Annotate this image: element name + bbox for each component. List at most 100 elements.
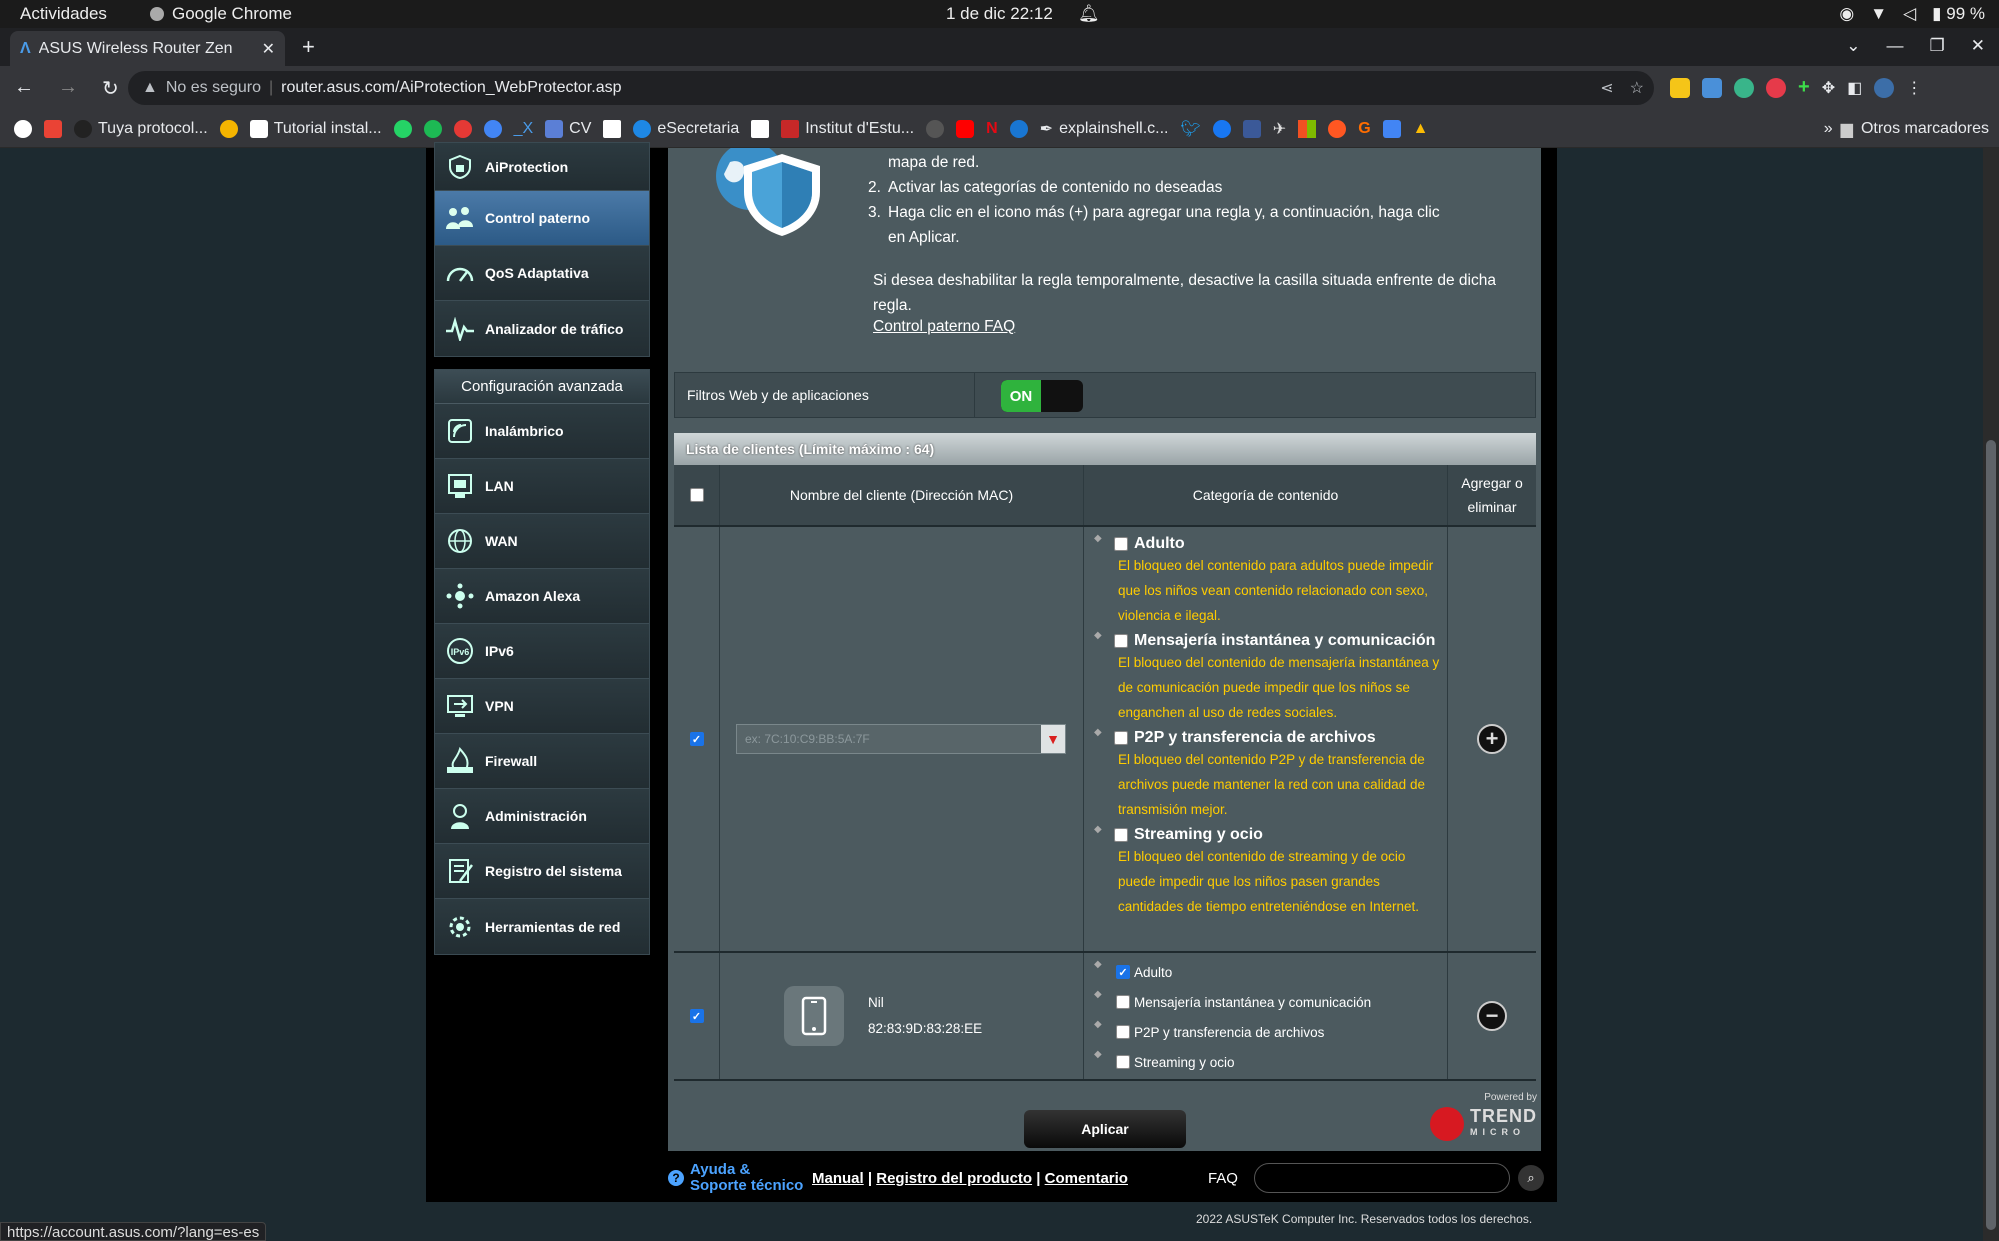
sidebar-item-registro-sistema[interactable]: Registro del sistema [435, 844, 649, 899]
forward-icon[interactable]: → [58, 76, 78, 101]
scrollbar-thumb[interactable] [1986, 440, 1996, 1230]
minimize-icon[interactable]: — [1887, 36, 1904, 56]
address-bar[interactable]: ▲ No es seguro | router.asus.com/AiProte… [128, 71, 1654, 105]
bookmark-site-icon[interactable] [1009, 119, 1028, 138]
bookmark-cv[interactable]: CV [545, 119, 591, 138]
browser-tab[interactable]: Λ ASUS Wireless Router Zen ✕ [10, 31, 285, 66]
mega-icon[interactable] [453, 119, 472, 138]
tab-search-icon[interactable]: ⌄ [1846, 36, 1860, 56]
new-rule-enable-checkbox[interactable] [689, 732, 704, 746]
netflix-icon[interactable]: N [986, 120, 998, 138]
sidebar-item-lan[interactable]: LAN [435, 459, 649, 514]
rule-category-checkbox[interactable] [1116, 995, 1130, 1009]
rule-category-checkbox[interactable] [1116, 1025, 1130, 1039]
clock[interactable]: 1 de dic 22:12 [946, 4, 1053, 24]
expand-toggle-icon[interactable]: ◆ [1094, 630, 1102, 641]
google-icon[interactable] [14, 119, 32, 138]
web-filter-toggle[interactable]: ON [1001, 380, 1083, 412]
sidebar-item-herramientas-red[interactable]: Herramientas de red [435, 899, 649, 954]
pinwheel-icon[interactable] [219, 119, 238, 138]
twitter-icon[interactable]: 🐦︎ [1180, 119, 1200, 139]
bookmark-tutorial[interactable]: Tutorial instal... [249, 119, 382, 138]
share-icon[interactable]: ⋖ [1600, 78, 1613, 98]
expand-toggle-icon[interactable]: ◆ [1094, 989, 1102, 1000]
search-icon[interactable]: ⌕ [1517, 1165, 1544, 1191]
expand-toggle-icon[interactable]: ◆ [1094, 1019, 1102, 1030]
extension-icon[interactable] [1670, 77, 1690, 98]
bookmark-explainshell[interactable]: ✒ explainshell.c... [1040, 119, 1169, 139]
sidebar-item-firewall[interactable]: Firewall [435, 734, 649, 789]
bookmark-esecretaria[interactable]: eSecretaria [633, 119, 739, 138]
globe-icon[interactable] [483, 119, 502, 138]
profile-avatar[interactable] [1874, 77, 1895, 98]
sidebar-item-administracion[interactable]: Administración [435, 789, 649, 844]
youtube-icon[interactable] [956, 119, 975, 138]
reload-icon[interactable]: ↻ [102, 76, 119, 101]
menu-icon[interactable]: ⋮ [1906, 78, 1922, 98]
sidebar-item-ipv6[interactable]: IPv6 IPv6 [435, 624, 649, 679]
whatsapp-icon[interactable] [393, 119, 412, 138]
bookmark-site-icon[interactable]: ✈ [1273, 119, 1286, 139]
other-bookmarks[interactable]: Otros marcadores [1861, 120, 1989, 138]
dropdown-arrow-icon[interactable]: ▼ [1041, 725, 1065, 753]
bookmark-institut[interactable]: Institut d'Estu... [781, 119, 914, 138]
rule-category-checkbox[interactable] [1116, 965, 1130, 979]
app-menu[interactable]: Google Chrome [150, 4, 292, 24]
expand-toggle-icon[interactable]: ◆ [1094, 1049, 1102, 1060]
more-bookmarks-icon[interactable]: » [1824, 120, 1833, 138]
activities-button[interactable]: Actividades [20, 4, 107, 24]
bookmark-site-icon[interactable] [1242, 119, 1261, 138]
sidebar-item-vpn[interactable]: VPN [435, 679, 649, 734]
add-rule-button[interactable]: + [1477, 724, 1507, 754]
category-checkbox[interactable] [1114, 731, 1128, 745]
sidebar-item-aiprotection[interactable]: AiProtection [435, 143, 649, 191]
xpath-icon[interactable]: _X [514, 120, 534, 138]
category-checkbox[interactable] [1114, 537, 1128, 551]
sidebar-item-traffic-analyzer[interactable]: Analizador de tráfico [435, 301, 649, 356]
bookmark-star-icon[interactable]: ☆ [1630, 78, 1644, 98]
client-select[interactable]: ex: 7C:10:C9:BB:5A:7F ▼ [736, 724, 1066, 754]
gmail-icon[interactable] [44, 119, 62, 138]
puzzle-icon[interactable]: ✥ [1822, 78, 1835, 98]
manual-link[interactable]: Manual [812, 1170, 864, 1187]
bookmark-site-icon[interactable] [926, 119, 945, 138]
bookmark-tuya[interactable]: Tuya protocol... [74, 119, 208, 138]
category-checkbox[interactable] [1114, 634, 1128, 648]
sidebar-item-control-paterno[interactable]: Control paterno [435, 191, 649, 246]
select-all-checkbox[interactable] [689, 488, 704, 502]
bookmark-site-icon[interactable] [603, 119, 622, 138]
sidebar-item-amazon-alexa[interactable]: Amazon Alexa [435, 569, 649, 624]
product-registration-link[interactable]: Registro del producto [876, 1170, 1032, 1187]
grammarly-icon[interactable]: G [1358, 120, 1370, 138]
faq-link[interactable]: Control paterno FAQ [873, 318, 1015, 336]
extension-icon[interactable] [1734, 77, 1754, 98]
new-tab-button[interactable]: + [302, 34, 315, 60]
delete-rule-button[interactable]: − [1477, 1001, 1507, 1031]
translate-icon[interactable] [1382, 119, 1401, 138]
spotify-icon[interactable] [423, 119, 442, 138]
expand-toggle-icon[interactable]: ◆ [1094, 727, 1102, 738]
expand-toggle-icon[interactable]: ◆ [1094, 824, 1102, 835]
side-panel-icon[interactable]: ◧ [1847, 78, 1862, 98]
expand-toggle-icon[interactable]: ◆ [1094, 533, 1102, 544]
rule-category-checkbox[interactable] [1116, 1055, 1130, 1069]
close-window-icon[interactable]: ✕ [1971, 36, 1985, 56]
category-checkbox[interactable] [1114, 828, 1128, 842]
expand-toggle-icon[interactable]: ◆ [1094, 959, 1102, 970]
bookmark-site-icon[interactable] [751, 119, 770, 138]
download-extension-icon[interactable] [1702, 77, 1722, 98]
feedback-link[interactable]: Comentario [1045, 1170, 1128, 1187]
plus-extension-icon[interactable]: + [1798, 76, 1810, 99]
sidebar-item-qos[interactable]: QoS Adaptativa [435, 246, 649, 301]
apply-button[interactable]: Aplicar [1024, 1110, 1186, 1148]
drive-icon[interactable]: ▲ [1413, 120, 1429, 138]
rule-enable-checkbox[interactable] [689, 1009, 704, 1023]
back-icon[interactable]: ← [14, 76, 34, 101]
extension-icon[interactable] [1766, 77, 1786, 98]
facebook-icon[interactable] [1212, 119, 1231, 138]
restore-icon[interactable]: ❐ [1930, 36, 1945, 56]
sidebar-item-wan[interactable]: WAN [435, 514, 649, 569]
close-tab-icon[interactable]: ✕ [262, 39, 275, 59]
faq-search-input[interactable] [1253, 1163, 1510, 1193]
microsoft-icon[interactable] [1298, 119, 1317, 138]
